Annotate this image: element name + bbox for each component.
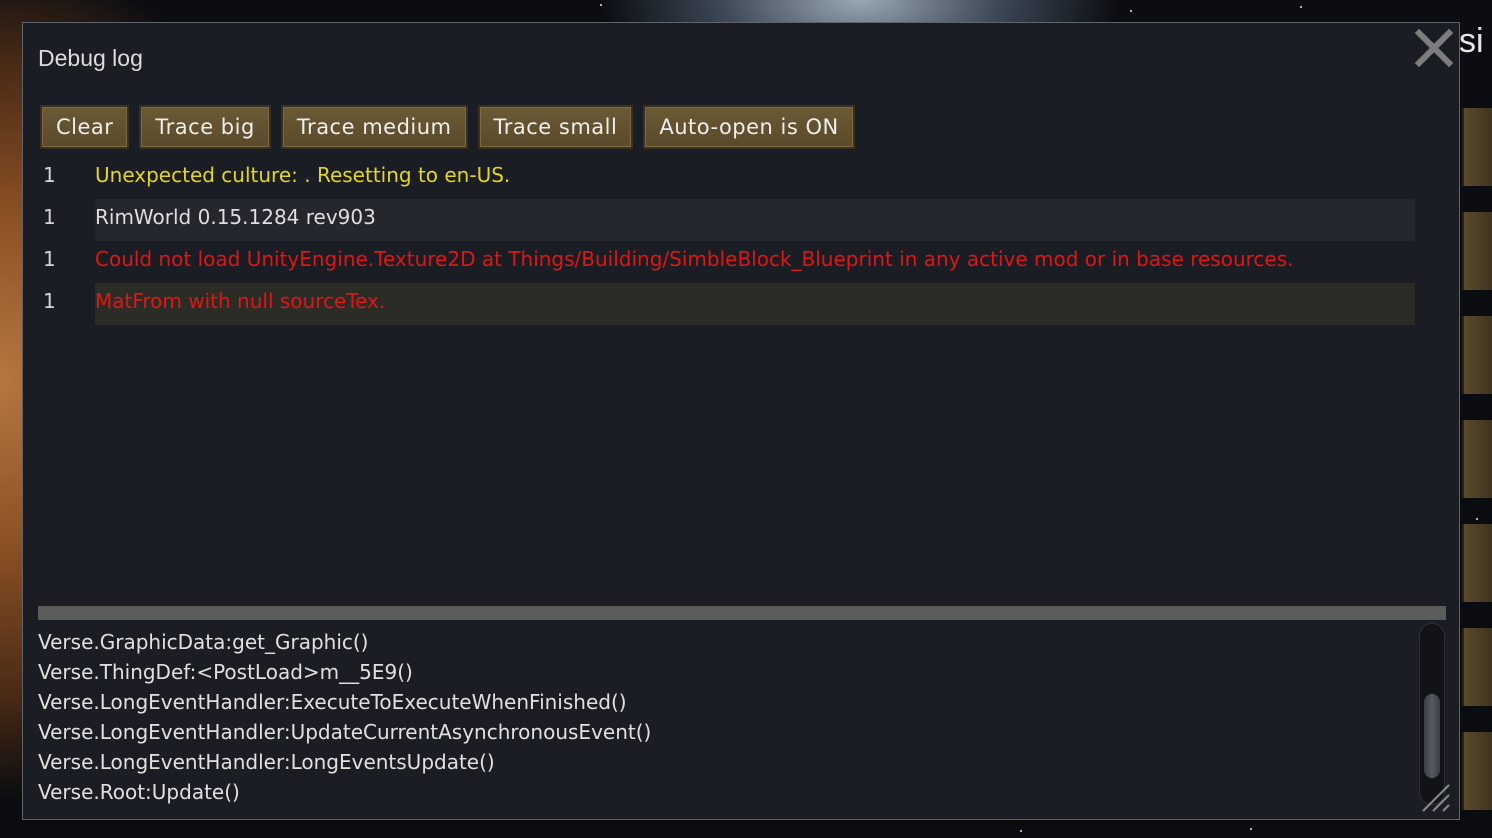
close-button[interactable] <box>1413 27 1455 69</box>
log-entry-message: MatFrom with null sourceTex. <box>95 283 1415 325</box>
stack-trace-scrollbar[interactable] <box>1419 623 1445 805</box>
resize-grip[interactable] <box>1419 781 1451 813</box>
side-panel-button[interactable] <box>1462 732 1492 810</box>
log-entry-selected[interactable]: 1 MatFrom with null sourceTex. <box>23 283 1461 325</box>
log-entry-message: RimWorld 0.15.1284 rev903 <box>95 199 1415 241</box>
side-panel-button[interactable] <box>1462 212 1492 290</box>
trace-medium-button[interactable]: Trace medium <box>280 105 468 149</box>
log-entry-count: 1 <box>43 205 56 229</box>
auto-open-toggle[interactable]: Auto-open is ON <box>643 105 855 149</box>
window-title: Debug log <box>38 45 143 71</box>
side-panel-button[interactable] <box>1462 420 1492 498</box>
stack-trace-line: Verse.LongEventHandler:ExecuteToExecuteW… <box>38 690 627 714</box>
log-entry-count: 1 <box>43 289 56 313</box>
side-panel-button[interactable] <box>1462 108 1492 186</box>
stack-trace-line: Verse.GraphicData:get_Graphic() <box>38 630 369 654</box>
log-entry[interactable]: 1 Unexpected culture: . Resetting to en-… <box>23 157 1461 199</box>
log-entry-message: Could not load UnityEngine.Texture2D at … <box>95 247 1294 271</box>
log-entry-count: 1 <box>43 163 56 187</box>
debug-log-window: Debug log Clear Trace big Trace medium T… <box>22 22 1460 820</box>
log-entry-count: 1 <box>43 247 56 271</box>
background-label: si <box>1459 22 1484 60</box>
star <box>1300 6 1302 8</box>
scrollbar-thumb[interactable] <box>1424 694 1440 778</box>
side-panel-button[interactable] <box>1462 628 1492 706</box>
stack-trace-line: Verse.LongEventHandler:LongEventsUpdate(… <box>38 750 495 774</box>
trace-big-button[interactable]: Trace big <box>139 105 271 149</box>
log-entry-message: Unexpected culture: . Resetting to en-US… <box>95 163 511 187</box>
star <box>1476 518 1478 520</box>
star <box>1130 10 1132 12</box>
star <box>1020 830 1022 832</box>
star <box>600 4 602 6</box>
log-entry[interactable]: 1 Could not load UnityEngine.Texture2D a… <box>23 241 1461 283</box>
game-background: si Debug log Clear Trace big Trace mediu… <box>0 0 1492 838</box>
clear-button[interactable]: Clear <box>40 105 130 149</box>
star <box>1250 828 1252 830</box>
side-panel-button[interactable] <box>1462 524 1492 602</box>
side-panel-button[interactable] <box>1462 316 1492 394</box>
resize-grip-icon <box>1422 784 1450 812</box>
stack-trace-panel: Verse.GraphicData:get_Graphic() Verse.Th… <box>38 627 1408 813</box>
close-icon <box>1414 28 1454 68</box>
stack-trace-line: Verse.ThingDef:<PostLoad>m__5E9() <box>38 660 413 684</box>
trace-small-button[interactable]: Trace small <box>477 105 634 149</box>
pane-divider[interactable] <box>38 606 1446 620</box>
stack-trace-line: Verse.Root:Update() <box>38 780 240 804</box>
toolbar: Clear Trace big Trace medium Trace small… <box>40 105 855 149</box>
stack-trace-line: Verse.LongEventHandler:UpdateCurrentAsyn… <box>38 720 652 744</box>
log-list: 1 Unexpected culture: . Resetting to en-… <box>23 157 1461 325</box>
log-entry[interactable]: 1 RimWorld 0.15.1284 rev903 <box>23 199 1461 241</box>
